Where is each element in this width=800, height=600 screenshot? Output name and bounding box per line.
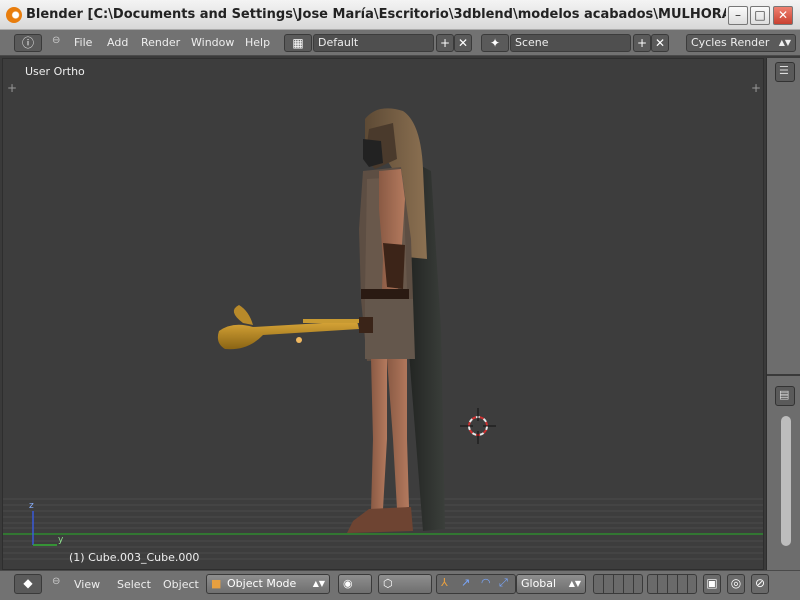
- interaction-mode-dropdown[interactable]: ■ Object Mode ▲▼: [206, 574, 330, 594]
- window-titlebar: Blender [C:\Documents and Settings\Jose …: [0, 0, 800, 30]
- 3d-viewport[interactable]: z y User Ortho (1) Cube.003_Cube.000 + +: [2, 58, 764, 570]
- plus-icon: +: [636, 36, 648, 50]
- info-header: ⓘ ⊖ File Add Render Window Help ▦ Defaul…: [0, 30, 800, 56]
- editor-type-button[interactable]: ⓘ: [14, 34, 42, 52]
- menu-render[interactable]: Render: [141, 36, 180, 49]
- menu-window[interactable]: Window: [191, 36, 234, 49]
- scene-browse-button[interactable]: ✦: [481, 34, 509, 52]
- menu-help[interactable]: Help: [245, 36, 270, 49]
- menu-add[interactable]: Add: [107, 36, 128, 49]
- menu-view[interactable]: View: [74, 578, 100, 591]
- lock-camera-button[interactable]: ▣: [703, 574, 721, 594]
- dropdown-arrow-icon: ▲▼: [312, 579, 325, 588]
- render-engine-label: Cycles Render: [691, 36, 770, 49]
- scene-icon: ✦: [489, 36, 501, 50]
- properties-type-button[interactable]: ▤: [775, 386, 795, 406]
- snap-button[interactable]: ⊘: [751, 574, 769, 594]
- editor-type-button[interactable]: ◆: [14, 574, 42, 594]
- properties-scrollbar[interactable]: [781, 416, 791, 546]
- maximize-button[interactable]: □: [750, 6, 770, 25]
- remove-scene-button[interactable]: ✕: [651, 34, 669, 52]
- axis-y-label: y: [58, 535, 64, 545]
- layers-grid-2[interactable]: [647, 574, 697, 594]
- menu-select[interactable]: Select: [117, 578, 151, 591]
- dropdown-arrow-icon: ▲▼: [568, 579, 581, 588]
- layout-name-field[interactable]: Default: [313, 34, 434, 52]
- plus-icon: +: [439, 36, 451, 50]
- lock-icon: ▣: [706, 576, 718, 590]
- properties-toggle-icon[interactable]: +: [751, 81, 761, 95]
- viewport-canvas: [3, 108, 763, 560]
- cube-icon: ◆: [23, 576, 33, 590]
- 3d-cursor: [460, 408, 496, 444]
- info-icon: ⓘ: [21, 36, 34, 50]
- pivot-icon: ⬡: [383, 577, 393, 590]
- proportional-icon: ◎: [730, 576, 742, 590]
- collapse-menu-icon[interactable]: ⊖: [52, 35, 60, 46]
- properties-icon: ▤: [779, 388, 790, 401]
- x-icon: ✕: [654, 36, 666, 50]
- scale-icon[interactable]: ⤢: [499, 576, 508, 590]
- add-layout-button[interactable]: +: [436, 34, 454, 52]
- tool-shelf-toggle-icon[interactable]: +: [7, 81, 17, 95]
- close-button[interactable]: ✕: [773, 6, 793, 25]
- pivot-point-dropdown[interactable]: ⬡: [378, 574, 432, 594]
- remove-layout-button[interactable]: ✕: [454, 34, 472, 52]
- x-icon: ✕: [457, 36, 469, 50]
- character-model: [217, 108, 445, 533]
- rotate-icon[interactable]: ◠: [481, 576, 491, 589]
- view-perspective-label: User Ortho: [25, 65, 85, 78]
- minimize-button[interactable]: –: [728, 6, 748, 25]
- object-mode-icon: ■: [211, 577, 222, 590]
- snap-icon: ⊘: [754, 576, 766, 590]
- menu-file[interactable]: File: [74, 36, 92, 49]
- 3d-view-header: ◆ ⊖ View Select Object ■ Object Mode ▲▼ …: [0, 570, 800, 600]
- manipulator-group: ⅄ ↗ ◠ ⤢: [436, 574, 516, 594]
- interaction-mode-label: Object Mode: [227, 577, 297, 590]
- render-engine-dropdown[interactable]: Cycles Render ▲▼: [686, 34, 796, 52]
- window-title: Blender [C:\Documents and Settings\Jose …: [26, 7, 726, 22]
- layers-grid-1[interactable]: [593, 574, 643, 594]
- orientation-label: Global: [521, 577, 557, 590]
- outliner-type-button[interactable]: ☰: [775, 62, 795, 82]
- layout-grid-icon: ▦: [292, 36, 304, 50]
- axis-z-label: z: [29, 501, 34, 511]
- menu-object[interactable]: Object: [163, 578, 199, 591]
- manipulator-toggle-icon[interactable]: ⅄: [441, 576, 448, 589]
- active-object-label: (1) Cube.003_Cube.000: [69, 551, 200, 564]
- layout-browse-button[interactable]: ▦: [284, 34, 312, 52]
- right-editor-strip: ☰ ▤: [766, 58, 800, 570]
- blender-logo-icon: [6, 7, 22, 23]
- translate-icon[interactable]: ↗: [461, 576, 470, 589]
- collapse-menu-icon[interactable]: ⊖: [52, 576, 60, 587]
- viewport-shading-dropdown[interactable]: ◉: [338, 574, 372, 594]
- proportional-edit-button[interactable]: ◎: [727, 574, 745, 594]
- editor-divider[interactable]: [767, 374, 800, 376]
- shading-icon: ◉: [343, 577, 353, 590]
- add-scene-button[interactable]: +: [633, 34, 651, 52]
- outliner-icon: ☰: [779, 64, 789, 77]
- dropdown-arrow-icon: ▲▼: [778, 38, 791, 47]
- scene-name-field[interactable]: Scene: [510, 34, 631, 52]
- transform-orientation-dropdown[interactable]: Global ▲▼: [516, 574, 586, 594]
